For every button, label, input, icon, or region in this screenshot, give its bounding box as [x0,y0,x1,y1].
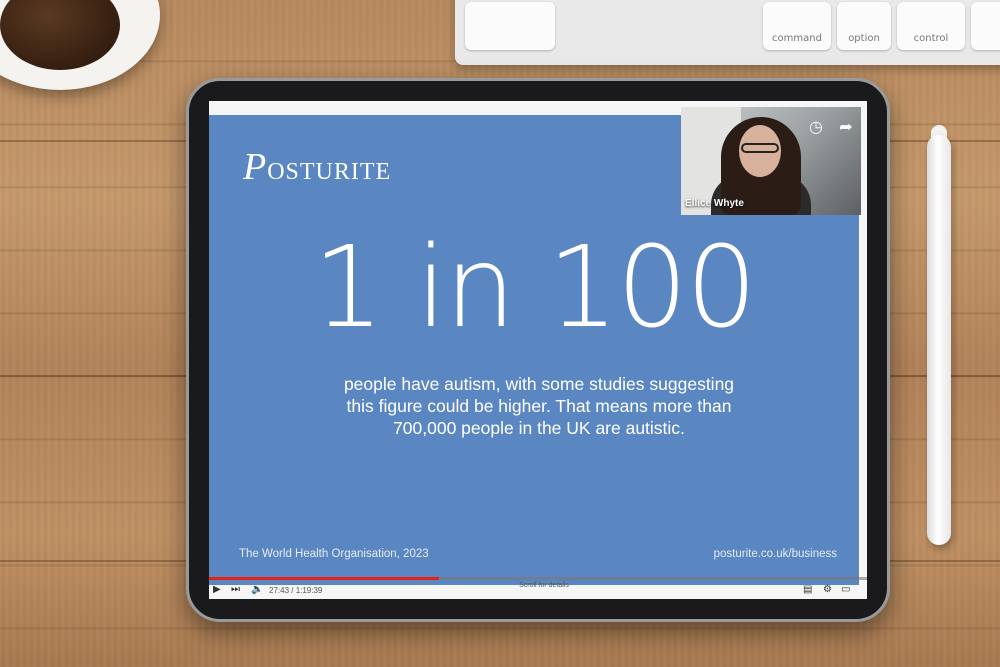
key-command: command [763,2,831,50]
key-control: control [897,2,965,50]
video-player[interactable]: POSTURITE 1 in 100 people have autism, w… [209,101,867,599]
player-controls: ▶ ⏭ 🔈 27:43 / 1:19:39 Scroll for details… [209,581,867,599]
scroll-hint[interactable]: Scroll for details [509,582,579,589]
posturite-logo: POSTURITE [243,146,392,188]
stylus-pencil [927,135,951,545]
progress-bar-fill [209,577,440,580]
share-icon[interactable]: ➦ [835,117,857,139]
speaker-glasses [741,143,779,153]
key-arrow [971,2,1000,50]
headline-statistic: 1 in 100 [312,223,757,353]
subtitles-icon[interactable]: ▤ [803,584,812,595]
play-icon[interactable]: ▶ [213,584,221,595]
webcam-overlay: Ellice Whyte ◷ ➦ [681,107,861,215]
coffee-cup [0,0,160,90]
source-citation: The World Health Organisation, 2023 [239,548,429,560]
website-url: posturite.co.uk/business [713,548,837,560]
time-display: 27:43 / 1:19:39 [269,586,323,595]
progress-bar[interactable] [209,577,867,580]
keyboard: command option control [455,0,1000,65]
settings-icon[interactable]: ⚙ [823,584,832,595]
statistic-description: people have autism, with some studies su… [343,374,735,438]
key-blank [465,2,555,50]
key-option: option [837,2,891,50]
next-icon[interactable]: ⏭ [231,584,240,595]
tablet: POSTURITE 1 in 100 people have autism, w… [186,78,890,622]
clock-icon[interactable]: ◷ [805,117,827,139]
volume-icon[interactable]: 🔈 [251,584,263,595]
cast-icon[interactable]: ▭ [841,584,850,595]
participant-name: Ellice Whyte [685,198,744,209]
coffee [0,0,120,70]
